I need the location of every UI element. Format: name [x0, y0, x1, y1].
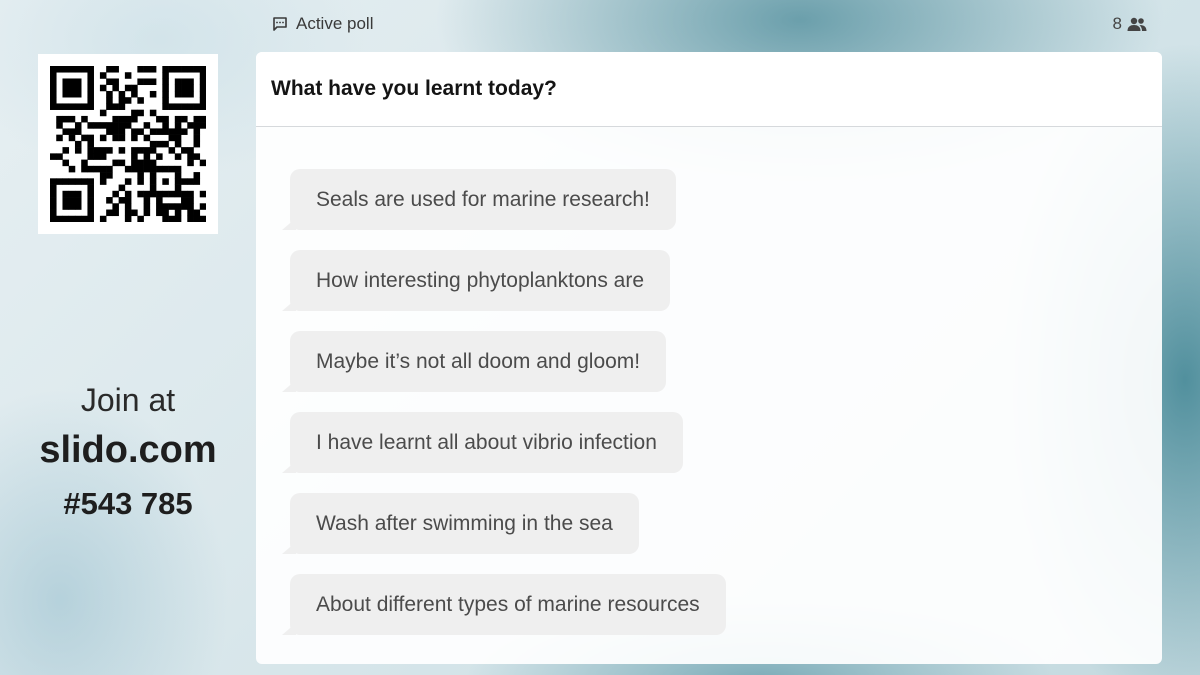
answer-bubble: I have learnt all about vibrio infection — [282, 412, 683, 473]
poll-status-label: Active poll — [296, 14, 374, 33]
join-info: Join at slido.com #543 785 — [0, 378, 256, 530]
people-icon — [1126, 16, 1148, 32]
answer-bubble: Maybe it’s not all doom and gloom! — [281, 331, 667, 392]
question-title: What have you learnt today? — [271, 77, 557, 100]
poll-header: What have you learnt today? — [256, 52, 1162, 127]
event-code: #543 785 — [63, 486, 193, 521]
poll-status: Active poll — [272, 14, 373, 34]
participant-counter: 8 — [1113, 14, 1148, 34]
poll-panel: What have you learnt today? Seals are us… — [256, 52, 1162, 664]
qr-code — [38, 54, 218, 234]
answer-bubble: Seals are used for marine research! — [282, 169, 676, 230]
answer-bubble: About different types of marine resource… — [282, 574, 726, 635]
join-domain: slido.com — [39, 429, 217, 471]
join-label: Join at — [80, 382, 176, 418]
top-bar: Active poll 8 — [0, 0, 1200, 50]
answer-list: Seals are used for marine research! How … — [281, 169, 726, 655]
chat-bubble-icon — [272, 16, 288, 32]
qr-code-image — [50, 66, 206, 222]
answer-bubble: Wash after swimming in the sea — [282, 493, 639, 554]
answer-bubble: How interesting phytoplanktons are — [281, 250, 671, 311]
participant-count: 8 — [1112, 14, 1122, 33]
